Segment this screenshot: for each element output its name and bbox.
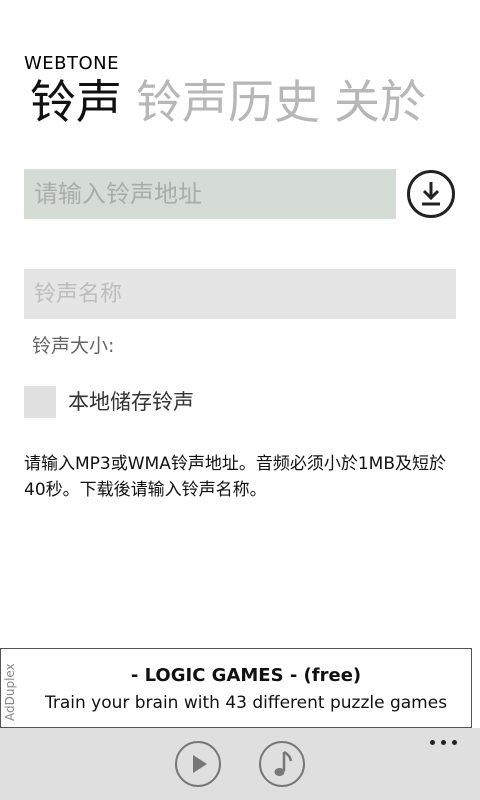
ellipsis-icon bbox=[441, 740, 446, 745]
download-button[interactable] bbox=[407, 170, 455, 218]
ad-headline: - LOGIC GAMES - (free) bbox=[130, 665, 362, 686]
tab-about[interactable]: 关於 bbox=[334, 72, 426, 132]
ad-brand-label: AdDuplex bbox=[3, 657, 19, 721]
play-button[interactable] bbox=[175, 741, 221, 787]
save-locally-label[interactable]: 本地储存铃声 bbox=[68, 389, 194, 415]
tab-ringtone-history[interactable]: 铃声历史 bbox=[136, 72, 320, 132]
tab-ringtone[interactable]: 铃声 bbox=[30, 72, 122, 132]
ringtone-size-label: 铃声大小: bbox=[32, 335, 115, 357]
pivot-header: 铃声 铃声历史 关於 bbox=[30, 72, 440, 132]
app-bar bbox=[0, 728, 480, 800]
download-arrow-icon bbox=[422, 182, 440, 206]
music-button[interactable] bbox=[259, 741, 305, 787]
ringtone-name-input[interactable] bbox=[24, 269, 456, 319]
instructions-text: 请输入MP3或WMA铃声地址。音频必须小於1MB及短於40秒。下载後请输入铃声名… bbox=[24, 454, 446, 500]
save-locally-checkbox[interactable] bbox=[24, 386, 56, 418]
ad-banner[interactable]: AdDuplex - LOGIC GAMES - (free) Train yo… bbox=[0, 648, 472, 728]
more-options-button[interactable] bbox=[430, 730, 460, 754]
ad-brand-text: AdDuplex bbox=[3, 663, 17, 721]
ellipsis-icon bbox=[430, 740, 435, 745]
play-icon bbox=[193, 755, 207, 773]
music-note-icon bbox=[274, 750, 293, 776]
ad-body: Train your brain with 43 different puzzl… bbox=[44, 693, 448, 713]
ringtone-url-input[interactable] bbox=[24, 169, 396, 219]
ellipsis-icon bbox=[452, 740, 457, 745]
